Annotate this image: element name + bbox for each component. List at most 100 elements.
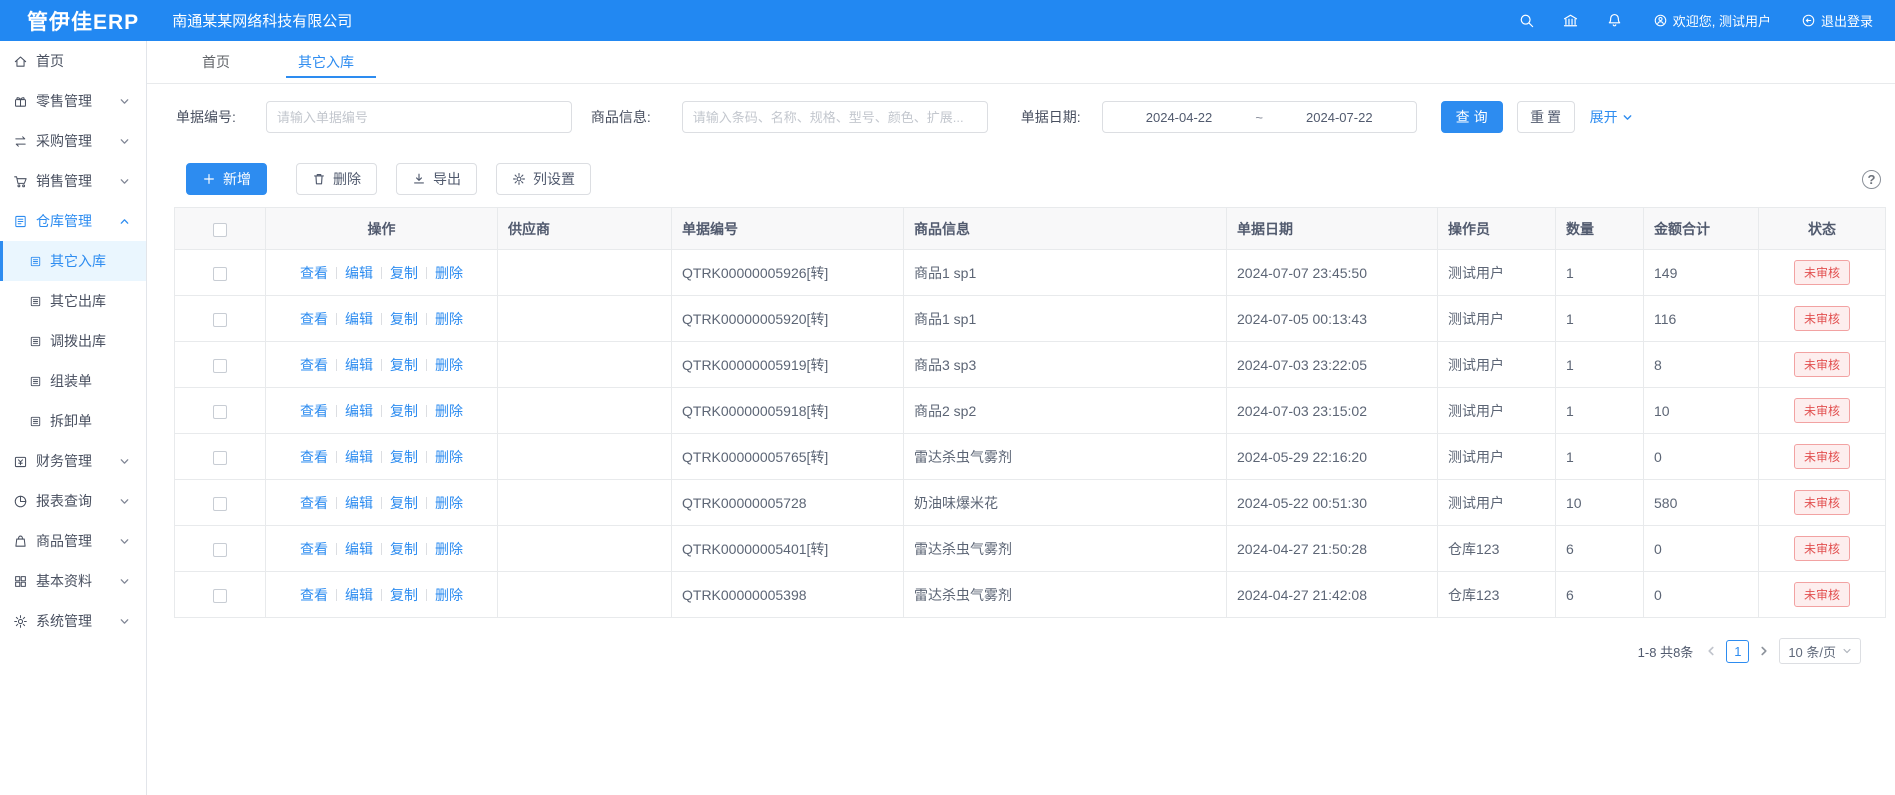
row-checkbox[interactable] [213,497,227,511]
date-start[interactable]: 2024-04-22 [1146,110,1213,125]
row-checkbox[interactable] [213,451,227,465]
sidebar-item-disassembly[interactable]: 拆卸单 [0,401,146,441]
finance-icon [13,454,28,469]
search-icon[interactable] [1518,12,1535,29]
sidebar-item-basic[interactable]: 基本资料 [0,561,146,601]
sidebar-item-assembly[interactable]: 组装单 [0,361,146,401]
date-end[interactable]: 2024-07-22 [1306,110,1373,125]
edit-link[interactable]: 编辑 [345,587,373,603]
sidebar-item-transfer-out[interactable]: 调拨出库 [0,321,146,361]
copy-link[interactable]: 复制 [390,541,418,557]
row-checkbox[interactable] [213,313,227,327]
sidebar-item-other-out[interactable]: 其它出库 [0,281,146,321]
copy-link[interactable]: 复制 [390,449,418,465]
gear-icon [512,172,526,186]
bell-icon[interactable] [1606,12,1623,29]
doc-icon [29,375,42,388]
link-separator [426,405,427,417]
view-link[interactable]: 查看 [300,449,328,465]
delete-link[interactable]: 删除 [435,403,463,419]
copy-link[interactable]: 复制 [390,403,418,419]
row-checkbox[interactable] [213,359,227,373]
view-link[interactable]: 查看 [300,587,328,603]
chevron-down-icon [1622,112,1633,123]
reset-button[interactable]: 重置 [1517,101,1575,133]
sidebar-item-goods[interactable]: 商品管理 [0,521,146,561]
search-button[interactable]: 查询 [1441,101,1503,133]
page-number-button[interactable]: 1 [1726,640,1749,663]
prev-page-button[interactable] [1705,645,1717,657]
sidebar-item-purchase[interactable]: 采购管理 [0,121,146,161]
header-supplier: 供应商 [498,208,672,250]
edit-link[interactable]: 编辑 [345,357,373,373]
delete-link[interactable]: 删除 [435,541,463,557]
bank-icon[interactable] [1562,12,1579,29]
edit-link[interactable]: 编辑 [345,495,373,511]
sidebar-item-warehouse[interactable]: 仓库管理 [0,201,146,241]
view-link[interactable]: 查看 [300,265,328,281]
product-info-input[interactable] [682,101,988,133]
sidebar-item-report[interactable]: 报表查询 [0,481,146,521]
edit-link[interactable]: 编辑 [345,403,373,419]
edit-link[interactable]: 编辑 [345,449,373,465]
logout-text: 退出登录 [1821,11,1873,30]
add-button[interactable]: 新增 [186,163,267,195]
sidebar-item-label: 首页 [36,51,64,71]
copy-link[interactable]: 复制 [390,265,418,281]
sidebar-item-home[interactable]: 首页 [0,41,146,81]
download-icon [412,172,426,186]
next-page-button[interactable] [1758,645,1770,657]
delete-link[interactable]: 删除 [435,587,463,603]
bill-no-input[interactable] [266,101,572,133]
sidebar-item-sales[interactable]: 销售管理 [0,161,146,201]
help-icon[interactable]: ? [1862,170,1881,189]
warehouse-icon [13,214,28,229]
expand-link[interactable]: 展开 [1590,107,1633,127]
logout-button[interactable]: 退出登录 [1801,11,1873,30]
copy-link[interactable]: 复制 [390,587,418,603]
export-button[interactable]: 导出 [396,163,477,195]
view-link[interactable]: 查看 [300,357,328,373]
copy-link[interactable]: 复制 [390,357,418,373]
row-checkbox[interactable] [213,543,227,557]
copy-link[interactable]: 复制 [390,311,418,327]
delete-button[interactable]: 删除 [296,163,377,195]
tab-home[interactable]: 首页 [198,41,234,83]
welcome-user[interactable]: 欢迎您, 测试用户 [1653,11,1771,30]
row-checkbox[interactable] [213,405,227,419]
view-link[interactable]: 查看 [300,311,328,327]
view-link[interactable]: 查看 [300,403,328,419]
delete-link[interactable]: 删除 [435,495,463,511]
link-separator [381,589,382,601]
cell-supplier [498,250,672,296]
sidebar-item-label: 商品管理 [36,531,92,551]
view-link[interactable]: 查看 [300,495,328,511]
sidebar-item-other-in[interactable]: 其它入库 [0,241,146,281]
sidebar-item-retail[interactable]: 零售管理 [0,81,146,121]
edit-link[interactable]: 编辑 [345,311,373,327]
tab-other-inbound[interactable]: 其它入库 [294,41,358,83]
view-link[interactable]: 查看 [300,541,328,557]
welcome-text: 欢迎您, 测试用户 [1673,11,1771,30]
table-row: 查看编辑复制删除QTRK00000005728奶油味爆米花2024-05-22 … [175,480,1886,526]
delete-link[interactable]: 删除 [435,311,463,327]
date-range-input[interactable]: 2024-04-22 ~ 2024-07-22 [1102,101,1417,133]
page-size-select[interactable]: 10 条/页 [1779,638,1861,664]
column-settings-button[interactable]: 列设置 [496,163,591,195]
link-separator [381,267,382,279]
link-separator [381,313,382,325]
cell-operator: 测试用户 [1438,296,1556,342]
doc-icon [29,415,42,428]
edit-link[interactable]: 编辑 [345,265,373,281]
delete-link[interactable]: 删除 [435,265,463,281]
row-checkbox[interactable] [213,267,227,281]
select-all-checkbox[interactable] [213,223,227,237]
sidebar-item-finance[interactable]: 财务管理 [0,441,146,481]
edit-link[interactable]: 编辑 [345,541,373,557]
row-checkbox[interactable] [213,589,227,603]
copy-link[interactable]: 复制 [390,495,418,511]
cell-bill_no: QTRK00000005398 [672,572,904,618]
delete-link[interactable]: 删除 [435,357,463,373]
delete-link[interactable]: 删除 [435,449,463,465]
sidebar-item-system[interactable]: 系统管理 [0,601,146,641]
